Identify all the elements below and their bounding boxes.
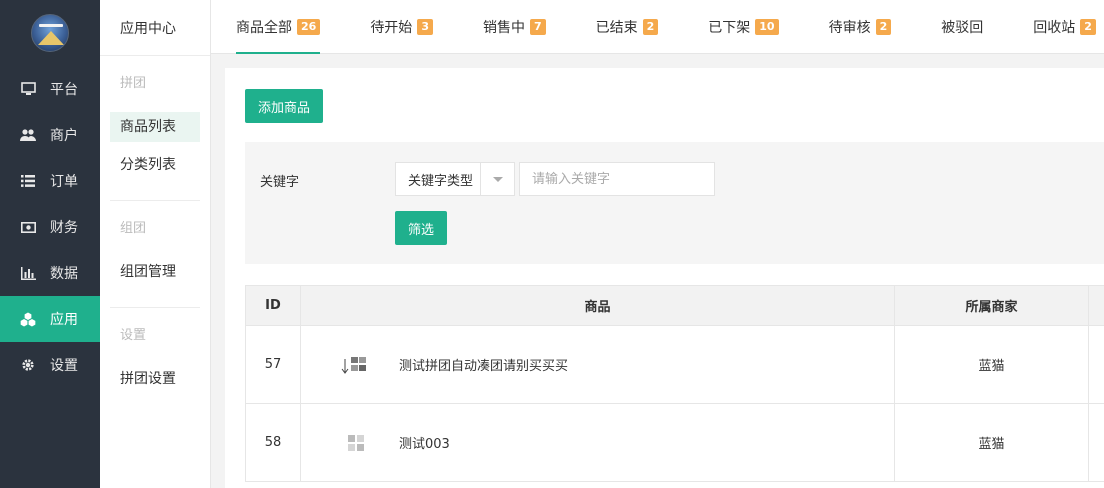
count-badge: 7 [529,19,546,35]
subnav-group-title: 组团 [120,221,147,236]
subnav-title: 应用中心 [100,0,210,56]
status-tabs: 商品全部 26 待开始 3 销售中 7 已结束 2 已下架 10 待审核 2 被驳回 回收站… [211,0,1104,54]
tab-on-sale[interactable]: 销售中 7 [458,0,571,54]
filter-panel: 关键字 关键字类型 筛选 [245,142,1104,264]
tab-delisted[interactable]: 已下架 10 [683,0,803,54]
subnav-group-title: 设置 [120,328,147,343]
logo-image [31,14,69,52]
count-badge: 2 [642,19,659,35]
nav-item-apps[interactable]: 应用 [0,296,100,342]
product-cell: 测试003 [301,404,895,481]
main-nav: 平台 商户 订单 财务 数据 应用 设置 [0,0,100,488]
tab-pending-review[interactable]: 待审核 2 [804,0,917,54]
keyword-type-select[interactable]: 关键字类型 [395,162,515,196]
product-thumbnail[interactable] [341,428,371,458]
product-table: ID 商品 所属商家 57 测试拼团自动凑团请别买买买 蓝猫 58 测试003 [245,285,1104,482]
product-cell: 测试拼团自动凑团请别买买买 [301,326,895,403]
row-id: 57 [245,326,301,403]
keyword-input[interactable] [519,162,715,196]
column-header-product[interactable]: 商品 [301,286,895,325]
count-badge: 26 [297,19,321,35]
subnav-group-title: 拼团 [120,76,147,91]
more-cell [1089,326,1104,403]
nav-item-label: 订单 [50,174,78,190]
nav-item-orders[interactable]: 订单 [0,158,100,204]
tab-label: 回收站 [1033,20,1076,36]
monitor-icon [20,81,36,97]
gear-icon [20,357,36,373]
table-row[interactable]: 57 测试拼团自动凑团请别买买买 蓝猫 [245,326,1104,404]
add-product-button[interactable]: 添加商品 [245,89,324,123]
column-header-merchant[interactable]: 所属商家 [895,286,1089,325]
count-badge: 3 [417,19,433,35]
tab-label: 销售中 [482,20,525,36]
tab-label: 已结束 [595,20,638,36]
nav-item-label: 数据 [50,266,78,282]
subnav-item-group-manage[interactable]: 组团管理 [110,257,200,287]
tab-recycle-bin[interactable]: 回收站 2 [1008,0,1104,54]
subnav-item-group-settings[interactable]: 拼团设置 [110,364,200,394]
count-badge: 2 [1080,19,1096,35]
money-icon [20,219,36,235]
subnav-item-product-list[interactable]: 商品列表 [110,112,200,142]
subnav-item-category-list[interactable]: 分类列表 [110,150,200,180]
table-row[interactable]: 58 测试003 蓝猫 [245,404,1104,482]
nav-item-label: 应用 [50,312,78,328]
count-badge: 10 [755,19,779,35]
count-badge: 2 [875,19,892,35]
chevron-down-icon [480,163,514,195]
tab-label: 待审核 [828,20,871,36]
bar-chart-icon [20,265,36,281]
tab-label: 待开始 [370,20,413,36]
nav-item-label: 设置 [50,358,78,374]
tab-all[interactable]: 商品全部 26 [211,0,345,54]
nav-item-platform[interactable]: 平台 [0,66,100,112]
product-name[interactable]: 测试拼团自动凑团请别买买买 [399,355,568,374]
users-icon [20,127,36,143]
nav-item-label: 平台 [50,82,78,98]
table-header: ID 商品 所属商家 [245,286,1104,326]
tab-label: 商品全部 [236,20,292,36]
nav-item-settings[interactable]: 设置 [0,342,100,388]
tab-ended[interactable]: 已结束 2 [571,0,684,54]
tab-pending-start[interactable]: 待开始 3 [345,0,458,54]
column-header-more [1089,286,1104,325]
nav-item-merchant[interactable]: 商户 [0,112,100,158]
nav-item-label: 财务 [50,220,78,236]
sub-nav: 应用中心 拼团 商品列表 分类列表 组团 组团管理 设置 拼团设置 [100,0,211,488]
keyword-label: 关键字 [260,175,300,190]
cubes-icon [20,311,36,327]
nav-item-finance[interactable]: 财务 [0,204,100,250]
column-header-id[interactable]: ID [245,286,301,325]
row-id: 58 [245,404,301,481]
select-value: 关键字类型 [408,173,474,189]
product-thumbnail[interactable] [341,350,371,380]
merchant-cell: 蓝猫 [895,326,1089,403]
main-content: 添加商品 关键字 关键字类型 筛选 ID 商品 所属商家 57 测试拼团自动凑团… [225,68,1104,488]
more-cell [1089,404,1104,481]
filter-button[interactable]: 筛选 [395,211,448,245]
nav-item-data[interactable]: 数据 [0,250,100,296]
product-name[interactable]: 测试003 [399,433,450,452]
list-icon [20,173,36,189]
merchant-cell: 蓝猫 [895,404,1089,481]
logo[interactable] [0,0,100,66]
tab-rejected[interactable]: 被驳回 [916,0,1008,54]
nav-item-label: 商户 [50,128,78,144]
tab-label: 已下架 [708,20,751,36]
tab-label: 被驳回 [941,20,984,36]
